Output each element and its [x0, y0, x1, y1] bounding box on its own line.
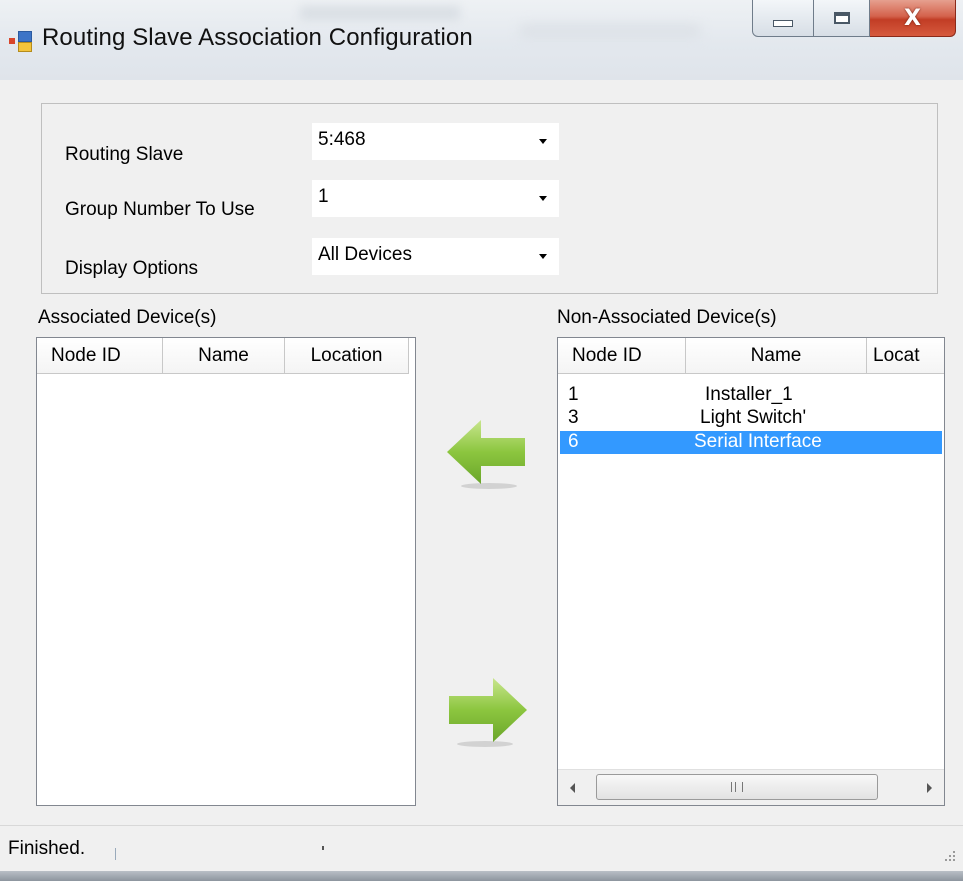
- resize-grip-icon[interactable]: [941, 851, 955, 865]
- non-associated-devices-label: Non-Associated Device(s): [557, 307, 777, 328]
- maximize-button[interactable]: [814, 0, 870, 37]
- window-title: Routing Slave Association Configuration: [42, 24, 473, 51]
- close-icon: X: [904, 5, 921, 31]
- display-options-value: All Devices: [318, 244, 412, 265]
- minimize-button[interactable]: [752, 0, 814, 37]
- column-header-name[interactable]: Name: [686, 338, 867, 374]
- status-bar: Finished.: [0, 825, 963, 871]
- group-number-value: 1: [318, 186, 329, 207]
- move-to-non-associated-button[interactable]: [445, 676, 529, 750]
- scroll-thumb[interactable]: [596, 774, 878, 800]
- chevron-down-icon[interactable]: [539, 139, 547, 144]
- group-number-label: Group Number To Use: [65, 199, 255, 220]
- status-marker: [322, 846, 324, 850]
- status-separator: [115, 848, 116, 860]
- name-cell: Installer_1: [705, 384, 793, 405]
- name-cell: Light Switch': [700, 407, 807, 428]
- background-blur: [520, 24, 700, 38]
- list-item[interactable]: 3 Light Switch': [560, 407, 940, 430]
- window-bottom-edge: [0, 871, 963, 881]
- display-options-label: Display Options: [65, 258, 199, 279]
- associated-list-header: Node ID Name Location: [37, 338, 409, 374]
- grip-icon: [731, 782, 743, 792]
- node-id-cell: 1: [568, 384, 579, 405]
- column-header-node-id[interactable]: Node ID: [37, 338, 163, 374]
- list-item[interactable]: 1 Installer_1: [560, 384, 940, 407]
- chevron-down-icon[interactable]: [539, 196, 547, 201]
- minimize-icon: [773, 19, 793, 27]
- column-header-location[interactable]: Locat: [867, 338, 944, 374]
- column-header-name[interactable]: Name: [163, 338, 285, 374]
- options-group: Routing Slave 5:468 Group Number To Use …: [41, 103, 938, 294]
- right-arrow-icon: [449, 678, 527, 747]
- routing-slave-label: Routing Slave: [65, 144, 184, 165]
- app-icon: [9, 31, 33, 52]
- background-blur: [300, 6, 460, 20]
- routing-slave-value: 5:468: [318, 129, 366, 150]
- column-header-location[interactable]: Location: [285, 338, 409, 374]
- status-text: Finished.: [8, 838, 86, 859]
- close-button[interactable]: X: [870, 0, 956, 37]
- node-id-cell: 6: [568, 431, 579, 452]
- non-associated-list-header: Node ID Name Locat: [558, 338, 944, 374]
- chevron-down-icon[interactable]: [539, 254, 547, 259]
- maximize-icon: [833, 12, 850, 24]
- node-id-cell: 3: [568, 407, 579, 428]
- associated-devices-label: Associated Device(s): [38, 307, 217, 328]
- scroll-left-icon[interactable]: [570, 783, 575, 793]
- column-header-node-id[interactable]: Node ID: [558, 338, 686, 374]
- display-options-combobox[interactable]: All Devices: [312, 238, 559, 275]
- name-cell: Serial Interface: [694, 431, 822, 452]
- group-number-combobox[interactable]: 1: [312, 180, 559, 217]
- move-to-associated-button[interactable]: [445, 418, 529, 492]
- scroll-right-icon[interactable]: [927, 783, 932, 793]
- associated-devices-list[interactable]: Node ID Name Location: [36, 337, 416, 806]
- non-associated-devices-list[interactable]: Node ID Name Locat 1 Installer_1 3 Light…: [557, 337, 945, 806]
- routing-slave-combobox[interactable]: 5:468: [312, 123, 559, 160]
- list-item-selected[interactable]: 6 Serial Interface: [560, 431, 942, 454]
- title-bar[interactable]: Routing Slave Association Configuration …: [0, 0, 963, 80]
- window-controls: X: [752, 0, 956, 38]
- horizontal-scrollbar[interactable]: [558, 769, 944, 805]
- left-arrow-icon: [447, 420, 525, 489]
